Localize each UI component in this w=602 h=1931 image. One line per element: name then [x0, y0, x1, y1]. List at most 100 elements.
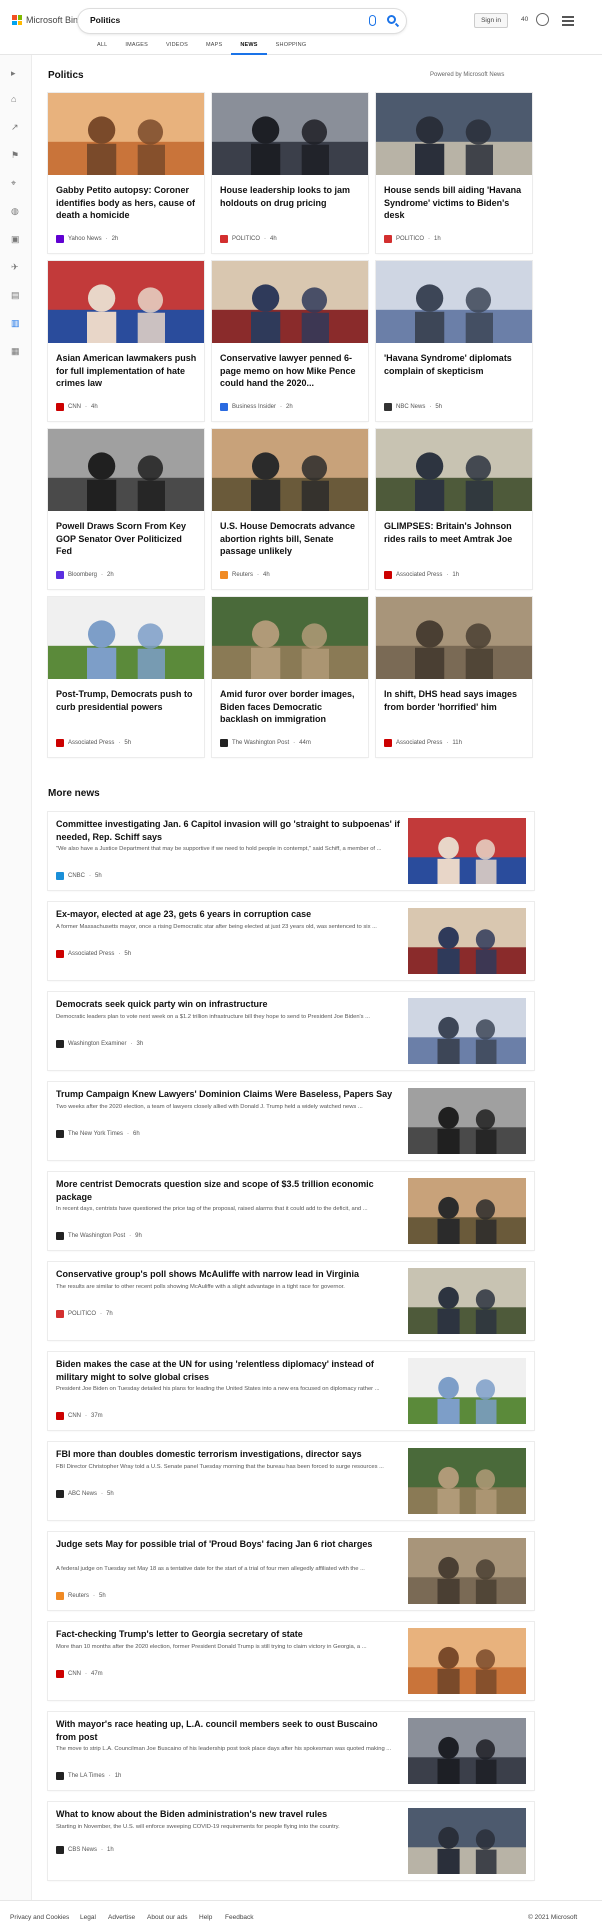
story-card[interactable]: House leadership looks to jam holdouts o…	[212, 93, 368, 253]
politics-icon[interactable]: ▥	[11, 319, 20, 328]
story-title[interactable]: Powell Draws Scorn From Key GOP Senator …	[56, 520, 198, 558]
news-title[interactable]: Committee investigating Jan. 6 Capitol i…	[56, 818, 400, 843]
story-title[interactable]: In shift, DHS head says images from bord…	[384, 688, 526, 713]
news-title[interactable]: What to know about the Biden administrat…	[56, 1808, 400, 1821]
news-title[interactable]: Conservative group's poll shows McAuliff…	[56, 1268, 400, 1281]
news-thumbnail[interactable]	[408, 1178, 526, 1244]
news-row[interactable]: More centrist Democrats question size an…	[48, 1172, 534, 1250]
microphone-icon[interactable]	[369, 15, 376, 26]
footer-link-privacy[interactable]: Privacy and Cookies	[10, 1914, 69, 1921]
news-title[interactable]: Trump Campaign Knew Lawyers' Dominion Cl…	[56, 1088, 400, 1101]
news-row[interactable]: Conservative group's poll shows McAuliff…	[48, 1262, 534, 1340]
footer-link-feedback[interactable]: Feedback	[225, 1914, 254, 1921]
story-title[interactable]: Post-Trump, Democrats push to curb presi…	[56, 688, 198, 713]
news-row[interactable]: Biden makes the case at the UN for using…	[48, 1352, 534, 1430]
story-card[interactable]: GLIMPSES: Britain's Johnson rides rails …	[376, 429, 532, 589]
tab-all[interactable]: ALL	[88, 40, 116, 55]
news-thumbnail[interactable]	[408, 1628, 526, 1694]
story-image[interactable]	[376, 261, 532, 343]
news-thumbnail[interactable]	[408, 998, 526, 1064]
tab-shopping[interactable]: SHOPPING	[267, 40, 316, 55]
footer-link-about-ads[interactable]: About our ads	[147, 1914, 187, 1921]
story-card[interactable]: 'Havana Syndrome' diplomats complain of …	[376, 261, 532, 421]
news-title[interactable]: With mayor's race heating up, L.A. counc…	[56, 1718, 400, 1743]
rewards-icon[interactable]	[536, 13, 549, 26]
news-thumbnail[interactable]	[408, 1268, 526, 1334]
news-row[interactable]: FBI more than doubles domestic terrorism…	[48, 1442, 534, 1520]
story-card[interactable]: Gabby Petito autopsy: Coroner identifies…	[48, 93, 204, 253]
menu-icon[interactable]	[562, 16, 574, 28]
tab-maps[interactable]: MAPS	[197, 40, 231, 55]
search-box[interactable]: Politics	[78, 9, 406, 33]
news-thumbnail[interactable]	[408, 1088, 526, 1154]
news-thumbnail[interactable]	[408, 1448, 526, 1514]
search-input[interactable]: Politics	[90, 15, 120, 25]
news-row[interactable]: Democrats seek quick party win on infras…	[48, 992, 534, 1070]
story-image[interactable]	[376, 597, 532, 679]
tab-news[interactable]: NEWS	[231, 40, 267, 55]
story-image[interactable]	[48, 261, 204, 343]
globe-icon[interactable]: ◍	[11, 207, 20, 216]
story-title[interactable]: Gabby Petito autopsy: Coroner identifies…	[56, 184, 198, 222]
story-card[interactable]: In shift, DHS head says images from bord…	[376, 597, 532, 757]
search-icon[interactable]	[387, 15, 396, 24]
news-thumbnail[interactable]	[408, 818, 526, 884]
story-image[interactable]	[48, 597, 204, 679]
story-card[interactable]: U.S. House Democrats advance abortion ri…	[212, 429, 368, 589]
news-title[interactable]: More centrist Democrats question size an…	[56, 1178, 400, 1203]
story-card[interactable]: Powell Draws Scorn From Key GOP Senator …	[48, 429, 204, 589]
home-icon[interactable]: ⌂	[11, 95, 20, 104]
expand-icon[interactable]: ▸	[11, 69, 20, 78]
story-image[interactable]	[48, 93, 204, 175]
footer-link-help[interactable]: Help	[199, 1914, 212, 1921]
story-title[interactable]: GLIMPSES: Britain's Johnson rides rails …	[384, 520, 526, 545]
news-row[interactable]: Fact-checking Trump's letter to Georgia …	[48, 1622, 534, 1700]
bing-logo[interactable]: Microsoft Bing	[12, 15, 83, 25]
story-image[interactable]	[212, 429, 368, 511]
story-title[interactable]: Amid furor over border images, Biden fac…	[220, 688, 362, 726]
news-thumbnail[interactable]	[408, 1808, 526, 1874]
story-title[interactable]: U.S. House Democrats advance abortion ri…	[220, 520, 362, 558]
flag-icon[interactable]: ⚑	[11, 151, 20, 160]
story-title[interactable]: House leadership looks to jam holdouts o…	[220, 184, 362, 209]
news-row[interactable]: Ex-mayor, elected at age 23, gets 6 year…	[48, 902, 534, 980]
story-card[interactable]: Post-Trump, Democrats push to curb presi…	[48, 597, 204, 757]
rewards-points[interactable]: 40	[521, 16, 528, 23]
news-row[interactable]: Judge sets May for possible trial of 'Pr…	[48, 1532, 534, 1610]
news-title[interactable]: FBI more than doubles domestic terrorism…	[56, 1448, 400, 1461]
business-icon[interactable]: ▣	[11, 235, 20, 244]
education-icon[interactable]: ▦	[11, 347, 20, 356]
story-title[interactable]: Conservative lawyer penned 6-page memo o…	[220, 352, 362, 390]
story-title[interactable]: 'Havana Syndrome' diplomats complain of …	[384, 352, 526, 377]
news-title[interactable]: Judge sets May for possible trial of 'Pr…	[56, 1538, 400, 1551]
story-card[interactable]: House sends bill aiding 'Havana Syndrome…	[376, 93, 532, 253]
sign-in-button[interactable]: Sign in	[474, 13, 508, 28]
story-image[interactable]	[376, 429, 532, 511]
news-row[interactable]: Trump Campaign Knew Lawyers' Dominion Cl…	[48, 1082, 534, 1160]
story-image[interactable]	[376, 93, 532, 175]
trending-icon[interactable]: ↗	[11, 123, 20, 132]
footer-link-legal[interactable]: Legal	[80, 1914, 96, 1921]
story-image[interactable]	[212, 261, 368, 343]
science-icon[interactable]: ✈	[11, 263, 20, 272]
story-image[interactable]	[48, 429, 204, 511]
news-title[interactable]: Biden makes the case at the UN for using…	[56, 1358, 400, 1383]
news-thumbnail[interactable]	[408, 1718, 526, 1784]
story-card[interactable]: Conservative lawyer penned 6-page memo o…	[212, 261, 368, 421]
news-thumbnail[interactable]	[408, 1358, 526, 1424]
story-card[interactable]: Amid furor over border images, Biden fac…	[212, 597, 368, 757]
location-icon[interactable]: ⌖	[11, 179, 20, 188]
story-title[interactable]: Asian American lawmakers push for full i…	[56, 352, 198, 390]
story-title[interactable]: House sends bill aiding 'Havana Syndrome…	[384, 184, 526, 222]
entertainment-icon[interactable]: ▤	[11, 291, 20, 300]
news-row[interactable]: Committee investigating Jan. 6 Capitol i…	[48, 812, 534, 890]
footer-link-advertise[interactable]: Advertise	[108, 1914, 135, 1921]
tab-videos[interactable]: VIDEOS	[157, 40, 197, 55]
story-image[interactable]	[212, 597, 368, 679]
tab-images[interactable]: IMAGES	[116, 40, 157, 55]
news-row[interactable]: With mayor's race heating up, L.A. counc…	[48, 1712, 534, 1790]
news-title[interactable]: Ex-mayor, elected at age 23, gets 6 year…	[56, 908, 400, 921]
news-thumbnail[interactable]	[408, 1538, 526, 1604]
news-title[interactable]: Fact-checking Trump's letter to Georgia …	[56, 1628, 400, 1641]
news-thumbnail[interactable]	[408, 908, 526, 974]
